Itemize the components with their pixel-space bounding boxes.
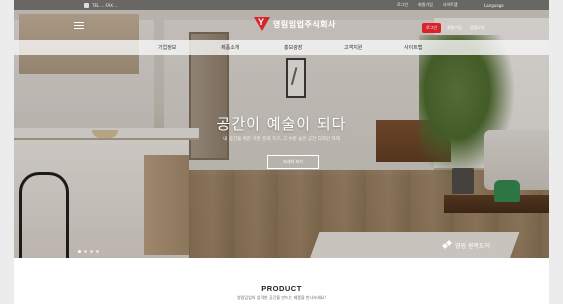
nav-item-company[interactable]: 기업정보 — [158, 44, 176, 51]
join-button[interactable]: 회원가입 — [445, 23, 464, 33]
door-site-button[interactable]: 영림도어 — [468, 23, 487, 33]
slide-dot[interactable] — [84, 250, 87, 253]
brand-diamond-icon — [443, 241, 452, 250]
util-link-login[interactable]: 로그인 — [397, 2, 408, 8]
nav-item-pr[interactable]: 홍보광장 — [284, 44, 302, 51]
phone-icon — [84, 2, 89, 8]
hero-subtitle: 내 공간을 위한 기본 문과 가구, 그 수준 높은 공간 디자인 자재 — [223, 137, 340, 142]
hamburger-menu-icon[interactable] — [74, 22, 84, 29]
product-section-title: PRODUCT — [261, 284, 302, 293]
hero-title: 공간이 예술이 되다 — [216, 115, 347, 133]
hero-more-button[interactable]: 자세히 보기 — [267, 155, 319, 169]
nav-item-sitemap[interactable]: 사이트맵 — [404, 44, 422, 51]
hero-banner: TEL ... FAX ... 로그인 회원가입 사이트맵 Language 영… — [14, 0, 549, 258]
util-link-sitemap[interactable]: 사이트맵 — [443, 2, 458, 8]
top-utility-bar: TEL ... FAX ... 로그인 회원가입 사이트맵 Language — [14, 0, 549, 10]
util-link-join[interactable]: 회원가입 — [418, 2, 433, 8]
hero-more-button-label: 자세히 보기 — [283, 159, 303, 164]
slide-dot[interactable] — [90, 250, 93, 253]
logo-icon — [254, 17, 270, 31]
nav-item-support[interactable]: 고객지원 — [344, 44, 362, 51]
main-nav: 기업정보 제품소개 홍보광장 고객지원 사이트맵 — [14, 40, 549, 55]
watermark-text: 영림 원목도어 — [455, 243, 491, 250]
page: TEL ... FAX ... 로그인 회원가입 사이트맵 Language 영… — [14, 0, 549, 304]
site-logo[interactable]: 영림임업주식회사 — [254, 17, 336, 31]
brand-watermark: 영림 원목도어 — [443, 241, 490, 250]
slide-dot[interactable] — [78, 250, 81, 253]
site-header: 영림임업주식회사 로그인 회원가입 영림도어 — [14, 10, 549, 40]
slide-indicators — [78, 250, 99, 253]
utility-links: 로그인 회원가입 사이트맵 — [397, 2, 458, 8]
contact-text: TEL ... FAX ... — [92, 2, 119, 8]
language-select[interactable]: Language — [484, 3, 504, 8]
logo-text: 영림임업주식회사 — [273, 19, 336, 29]
login-button[interactable]: 로그인 — [422, 23, 442, 33]
product-section-subtitle: 영림임업의 엄격한 공간을 만드는 제품을 만나보세요! — [237, 295, 326, 300]
slide-dot[interactable] — [96, 250, 99, 253]
nav-item-products[interactable]: 제품소개 — [221, 44, 239, 51]
header-buttons: 로그인 회원가입 영림도어 — [422, 23, 487, 33]
